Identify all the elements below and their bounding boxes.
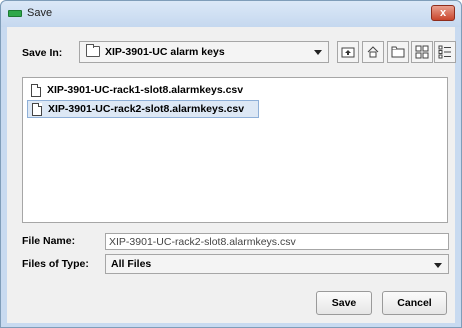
close-button[interactable]: x bbox=[431, 5, 455, 21]
app-icon bbox=[8, 10, 22, 17]
file-type-value: All Files bbox=[111, 258, 152, 270]
home-button[interactable] bbox=[362, 41, 384, 63]
cancel-button[interactable]: Cancel bbox=[382, 291, 447, 315]
file-item-selected[interactable]: XIP-3901-UC-rack2-slot8.alarmkeys.csv bbox=[27, 100, 259, 118]
new-folder-button[interactable] bbox=[387, 41, 409, 63]
save-button[interactable]: Save bbox=[316, 291, 372, 315]
file-name-label: File Name: bbox=[22, 235, 76, 247]
save-in-folder: XIP-3901-UC alarm keys bbox=[105, 46, 225, 58]
file-type-label: Files of Type: bbox=[22, 258, 89, 270]
folder-icon bbox=[86, 44, 100, 57]
file-name: XIP-3901-UC-rack1-slot8.alarmkeys.csv bbox=[47, 84, 244, 96]
title-bar[interactable]: Save x bbox=[1, 1, 461, 27]
list-view-icon bbox=[415, 45, 429, 59]
chevron-down-icon bbox=[314, 50, 322, 55]
file-name: XIP-3901-UC-rack2-slot8.alarmkeys.csv bbox=[48, 103, 245, 115]
document-icon bbox=[32, 103, 42, 116]
chevron-down-icon bbox=[434, 263, 442, 268]
dialog-body: Save In: XIP-3901-UC alarm keys XIP-3901… bbox=[7, 27, 456, 323]
file-name-input[interactable] bbox=[105, 233, 449, 250]
window-title: Save bbox=[27, 7, 53, 19]
save-dialog: Save x Save In: XIP-3901-UC alarm keys X… bbox=[0, 0, 462, 328]
up-one-level-button[interactable] bbox=[337, 41, 359, 63]
file-list[interactable]: XIP-3901-UC-rack1-slot8.alarmkeys.csv XI… bbox=[22, 77, 448, 223]
new-folder-icon bbox=[391, 46, 405, 58]
details-view-icon bbox=[438, 45, 451, 59]
file-item[interactable]: XIP-3901-UC-rack1-slot8.alarmkeys.csv bbox=[27, 82, 259, 100]
up-one-level-icon bbox=[341, 47, 355, 58]
list-view-button[interactable] bbox=[411, 41, 433, 63]
home-icon bbox=[367, 46, 379, 58]
file-type-dropdown[interactable]: All Files bbox=[105, 254, 449, 274]
details-view-button[interactable] bbox=[434, 41, 456, 63]
save-in-dropdown[interactable]: XIP-3901-UC alarm keys bbox=[79, 41, 329, 63]
document-icon bbox=[31, 84, 41, 97]
save-in-label: Save In: bbox=[22, 47, 63, 59]
